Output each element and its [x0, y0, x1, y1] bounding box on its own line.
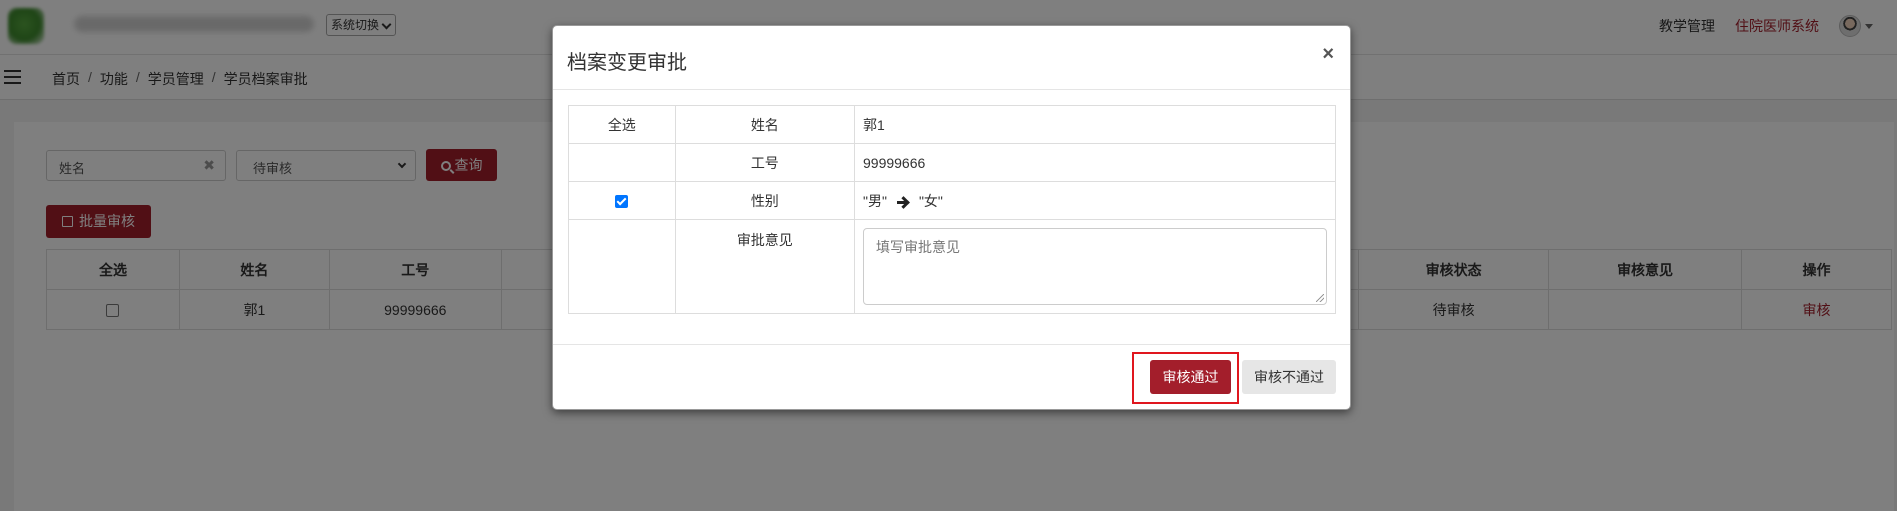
gender-new-value: "女" — [918, 192, 943, 209]
select-all-label[interactable]: 全选 — [568, 105, 676, 144]
opinion-placeholder: 填写审批意见 — [876, 239, 960, 255]
compare-row-employee-id: 工号 99999666 — [568, 143, 1336, 182]
field-label-employee-id: 工号 — [674, 143, 856, 182]
compare-row-name: 全选 姓名 郭1 — [568, 105, 1336, 144]
resize-handle-icon[interactable] — [1316, 294, 1324, 302]
opinion-textarea[interactable]: 填写审批意见 — [863, 228, 1327, 305]
close-icon[interactable]: × — [1322, 44, 1334, 64]
change-compare-table: 全选 姓名 郭1 工号 99999666 性别 "男" "女" 审批意见 填写审… — [568, 105, 1336, 314]
reject-button[interactable]: 审核不通过 — [1242, 360, 1336, 394]
modal-body: 全选 姓名 郭1 工号 99999666 性别 "男" "女" 审批意见 填写审… — [568, 105, 1336, 314]
field-label-name: 姓名 — [674, 105, 856, 144]
compare-row-gender: 性别 "男" "女" — [568, 181, 1336, 220]
modal-title: 档案变更审批 — [567, 52, 687, 74]
profile-change-approval-modal: 档案变更审批 × 全选 姓名 郭1 工号 99999666 性别 "男" "女" — [552, 25, 1351, 410]
approve-button[interactable]: 审核通过 — [1150, 360, 1231, 394]
modal-footer: 审核通过 审核不通过 — [553, 344, 1350, 410]
opinion-label: 审批意见 — [674, 219, 856, 314]
field-value-gender-change: "男" "女" — [854, 181, 1336, 220]
gender-old-value: "男" — [863, 192, 887, 209]
compare-row-opinion: 审批意见 填写审批意见 — [568, 219, 1336, 314]
field-value-employee-id: 99999666 — [854, 143, 1336, 182]
field-value-name: 郭1 — [854, 105, 1336, 144]
gender-change-checkbox[interactable] — [615, 195, 629, 209]
arrow-right-icon — [896, 197, 909, 207]
modal-header: 档案变更审批 × — [553, 26, 1350, 90]
field-label-gender: 性别 — [674, 181, 856, 220]
